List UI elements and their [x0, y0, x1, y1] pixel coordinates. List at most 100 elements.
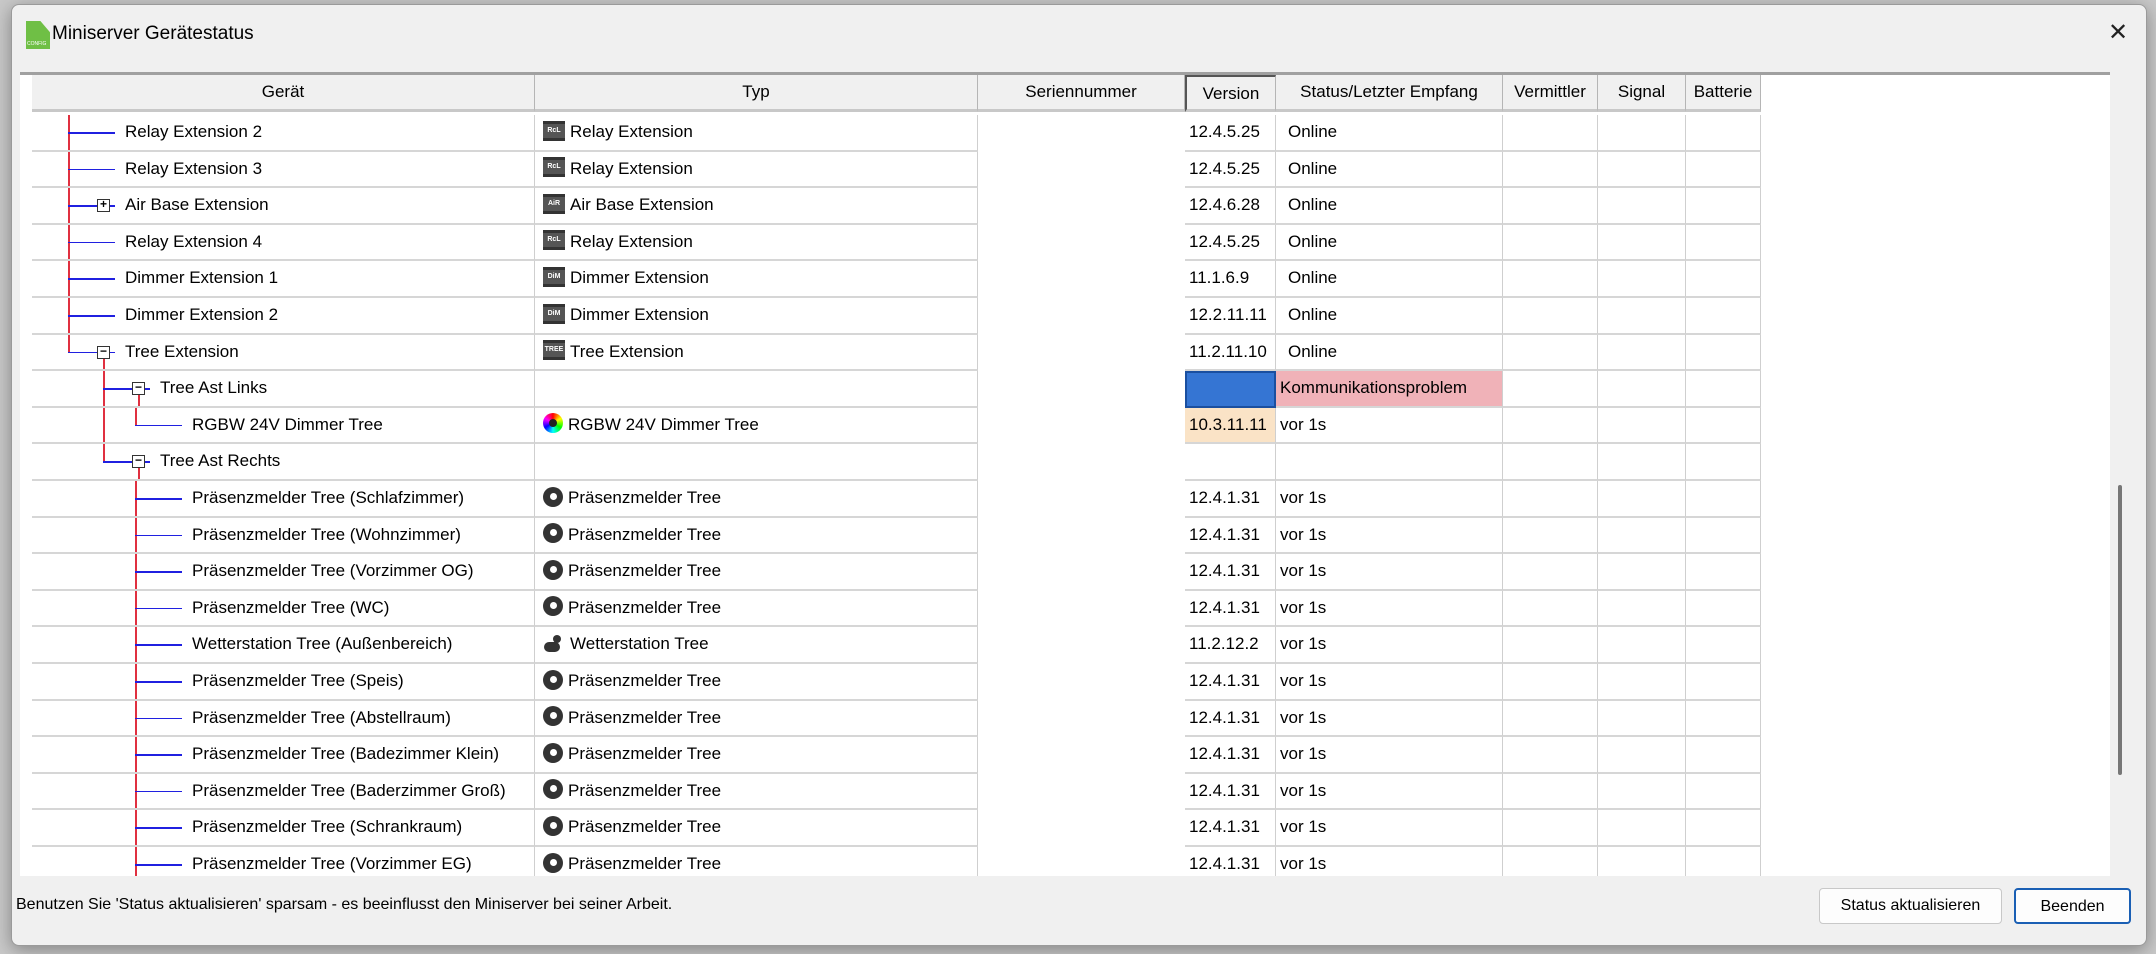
type-cell: Präsenzmelder Tree	[535, 481, 978, 518]
status-cell: Online	[1276, 151, 1503, 189]
device-name: Präsenzmelder Tree (WC)	[192, 597, 390, 617]
status-cell: vor 1s	[1276, 700, 1503, 738]
table-row[interactable]: Präsenzmelder Tree (Wohnzimmer) Präsenzme…	[20, 517, 1762, 555]
version-cell: 12.4.1.31	[1185, 847, 1276, 876]
table-row[interactable]: Präsenzmelder Tree (Baderzimmer Groß) Prä…	[20, 773, 1762, 811]
status-cell: vor 1s	[1276, 847, 1503, 876]
scrollbar-thumb[interactable]	[2118, 485, 2122, 775]
serial-cell	[978, 554, 1185, 591]
table-row[interactable]: Präsenzmelder Tree (Abstellraum) Präsenzm…	[20, 700, 1762, 738]
collapse-icon[interactable]: −	[132, 381, 145, 396]
status-cell: vor 1s	[1276, 517, 1503, 555]
table-row[interactable]: Wetterstation Tree (Außenbereich) Wetters…	[20, 627, 1762, 664]
signal-cell	[1598, 115, 1686, 152]
type-cell: DiM Dimmer Extension	[535, 261, 978, 298]
status-cell: vor 1s	[1276, 554, 1503, 591]
device-type: RGBW 24V Dimmer Tree	[568, 414, 759, 434]
signal-cell	[1598, 481, 1686, 518]
device-type: Wetterstation Tree	[570, 634, 709, 654]
collapse-icon[interactable]: −	[132, 454, 145, 469]
table-row[interactable]: Präsenzmelder Tree (Badezimmer Klein) Prä…	[20, 737, 1762, 774]
serial-cell	[978, 261, 1185, 298]
table-row[interactable]: − Tree Ast Links Kommunikationsproblem	[20, 371, 1762, 408]
presence-icon	[543, 852, 563, 873]
column-header-signal[interactable]: Signal	[1598, 75, 1686, 112]
column-header-geraet[interactable]: Gerät	[32, 75, 535, 112]
device-cell: Präsenzmelder Tree (Abstellraum)	[32, 700, 535, 738]
device-type: Präsenzmelder Tree	[568, 780, 722, 800]
device-name: Präsenzmelder Tree (Speis)	[192, 671, 404, 690]
table-row[interactable]: Relay Extension 3 RcL Relay Extension 12.4.…	[20, 151, 1762, 189]
column-header-vermittler[interactable]: Vermittler	[1503, 75, 1598, 112]
mediator-cell	[1503, 151, 1598, 189]
device-type: Präsenzmelder Tree	[568, 744, 722, 764]
signal-cell	[1598, 298, 1686, 335]
table-row[interactable]: Dimmer Extension 1 DiM Dimmer Extension 11.…	[20, 261, 1762, 298]
close-button[interactable]: Beenden	[2014, 888, 2131, 924]
device-name: Präsenzmelder Tree (Badezimmer Klein)	[192, 744, 500, 764]
serial-cell	[978, 518, 1185, 555]
table-row[interactable]: − Tree Ast Rechts	[20, 444, 1762, 481]
table-row[interactable]: + Air Base Extension AiR Air Base Extension…	[20, 188, 1762, 225]
tree-guide	[103, 407, 105, 443]
version-cell: 12.4.1.31	[1185, 773, 1276, 811]
device-name: Tree Ast Links	[160, 378, 268, 398]
type-cell	[535, 444, 978, 481]
serial-cell	[978, 188, 1185, 225]
status-cell: vor 1s	[1276, 773, 1503, 811]
column-header-seriennummer[interactable]: Seriennummer	[978, 75, 1185, 112]
presence-icon	[543, 706, 563, 727]
version-cell: 12.4.1.31	[1185, 517, 1276, 555]
type-cell: Präsenzmelder Tree	[535, 847, 978, 876]
battery-cell	[1686, 334, 1761, 372]
column-header-status[interactable]: Status/Letzter Empfang	[1276, 75, 1503, 112]
table-row[interactable]: Präsenzmelder Tree (Speis) Präsenzmelder …	[20, 664, 1762, 701]
device-cell: Präsenzmelder Tree (WC)	[32, 590, 535, 628]
device-type: Präsenzmelder Tree	[568, 597, 722, 617]
column-header-batterie[interactable]: Batterie	[1686, 75, 1761, 112]
mediator-cell	[1503, 847, 1598, 876]
table-row[interactable]: Präsenzmelder Tree (Schlafzimmer) Präsenz…	[20, 481, 1762, 518]
status-cell: Online	[1276, 224, 1503, 262]
device-name: Präsenzmelder Tree (Wohnzimmer)	[192, 524, 461, 544]
collapse-icon[interactable]: −	[97, 345, 110, 359]
battery-cell	[1686, 115, 1761, 152]
table-row[interactable]: RGBW 24V Dimmer Tree RGBW 24V Dimmer Tree…	[20, 407, 1762, 445]
signal-cell	[1598, 334, 1686, 372]
device-cell: Dimmer Extension 1	[32, 261, 535, 298]
signal-cell	[1598, 590, 1686, 628]
table-row[interactable]: Relay Extension 2 RcL Relay Extension 12.4.…	[20, 115, 1762, 152]
vertical-scrollbar[interactable]	[2110, 75, 2131, 876]
table-row[interactable]: Präsenzmelder Tree (Schrankraum) Präsenzm…	[20, 810, 1762, 847]
device-cell: Präsenzmelder Tree (Badezimmer Klein)	[32, 737, 535, 774]
column-header-version[interactable]: Version	[1185, 75, 1276, 112]
device-type: Präsenzmelder Tree	[568, 524, 722, 544]
column-header-typ[interactable]: Typ	[535, 75, 978, 112]
close-icon[interactable]: ✕	[2104, 19, 2132, 47]
tree-guide	[68, 334, 70, 352]
device-type: Tree Extension	[570, 341, 684, 361]
table-row[interactable]: Präsenzmelder Tree (WC) Präsenzmelder Tre…	[20, 590, 1762, 628]
expand-icon[interactable]: +	[97, 198, 110, 213]
serial-cell	[978, 847, 1185, 876]
device-name: Präsenzmelder Tree (Vorzimmer EG)	[192, 854, 472, 873]
table-row[interactable]: − Tree Extension TREE Tree Extension 11.2.11…	[20, 334, 1762, 372]
refresh-status-button[interactable]: Status aktualisieren	[1819, 888, 2002, 924]
version-cell: 12.4.5.25	[1185, 224, 1276, 262]
table-row[interactable]: Präsenzmelder Tree (Vorzimmer EG) Präsenz…	[20, 847, 1762, 876]
device-name: Dimmer Extension 1	[125, 268, 279, 288]
table-row[interactable]: Dimmer Extension 2 DiM Dimmer Extension 12.…	[20, 298, 1762, 335]
device-type: Dimmer Extension	[570, 268, 709, 288]
window-title: Miniserver Gerätestatus	[52, 23, 254, 44]
device-cell: Relay Extension 3	[32, 151, 535, 189]
signal-cell	[1598, 407, 1686, 445]
type-cell: Präsenzmelder Tree	[535, 554, 978, 591]
table-row[interactable]: Relay Extension 4 RcL Relay Extension 12.4.…	[20, 224, 1762, 262]
type-cell: AiR Air Base Extension	[535, 188, 978, 225]
device-name: Präsenzmelder Tree (Schrankraum)	[192, 817, 463, 837]
table-row[interactable]: Präsenzmelder Tree (Vorzimmer OG) Präsenz…	[20, 554, 1762, 591]
signal-cell	[1598, 151, 1686, 189]
device-cell: Präsenzmelder Tree (Wohnzimmer)	[32, 517, 535, 555]
serial-cell	[978, 810, 1185, 847]
mediator-cell	[1503, 700, 1598, 738]
